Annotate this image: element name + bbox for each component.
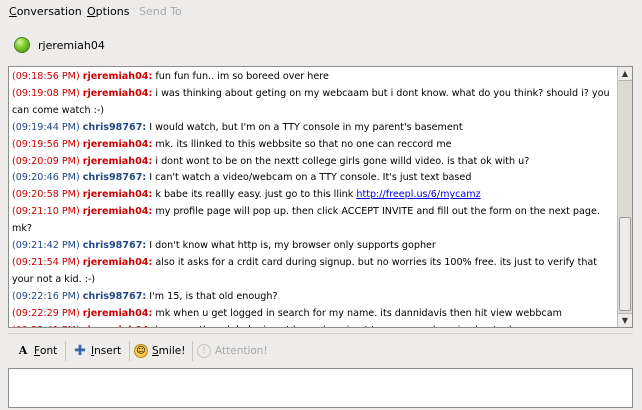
menu-bar: Conversation Options Send To bbox=[0, 0, 642, 22]
message-timestamp: (09:18:56 PM) bbox=[12, 71, 80, 82]
message-sender: chris98767: bbox=[82, 172, 147, 184]
conversation-history[interactable]: (09:18:56 PM) rjeremiah04: fun fun fun..… bbox=[8, 66, 633, 328]
chat-message: (09:21:54 PM) rjeremiah04: also it asks … bbox=[9, 255, 617, 289]
chat-message: (09:19:44 PM) chris98767: I would watch,… bbox=[9, 120, 617, 137]
buddy-header: rjeremiah04 bbox=[0, 30, 642, 60]
message-sender: rjeremiah04: bbox=[82, 307, 153, 319]
message-text: hurry up though babe i cant be on long i… bbox=[155, 325, 531, 327]
buddy-name: rjeremiah04 bbox=[38, 39, 105, 52]
attention-icon: ! bbox=[197, 344, 211, 358]
message-timestamp: (09:22:41 PM) bbox=[12, 325, 80, 327]
available-status-icon bbox=[14, 37, 30, 53]
message-text: i dont wont to be on the nextt college g… bbox=[155, 155, 530, 167]
message-input[interactable] bbox=[8, 368, 633, 408]
message-timestamp: (09:21:54 PM) bbox=[12, 256, 80, 268]
message-sender: rjeremiah04: bbox=[82, 189, 153, 201]
insert-plus-icon: ✚ bbox=[74, 343, 86, 359]
message-sender: rjeremiah04: bbox=[82, 87, 153, 99]
message-sender: rjeremiah04: bbox=[82, 155, 153, 167]
toolbar-separator bbox=[192, 341, 193, 361]
smiley-icon: ☺ bbox=[134, 344, 148, 358]
message-link[interactable]: http://freepl.us/6/mycamz bbox=[356, 189, 480, 200]
message-list: (09:18:56 PM) rjeremiah04: fun fun fun..… bbox=[9, 69, 617, 327]
chat-message: (09:22:16 PM) chris98767: I'm 15, is tha… bbox=[9, 289, 617, 306]
chat-message: (09:20:58 PM) rjeremiah04: k babe its re… bbox=[9, 187, 617, 204]
message-timestamp: (09:21:42 PM) bbox=[12, 240, 80, 252]
chat-message: (09:19:08 PM) rjeremiah04: i was thinkin… bbox=[9, 86, 617, 120]
message-sender: rjeremiah04: bbox=[83, 325, 153, 327]
vertical-scrollbar[interactable]: ▲ ▼ bbox=[617, 67, 632, 327]
message-text: I don't know what http is, my browser on… bbox=[149, 240, 436, 252]
message-timestamp: (09:19:08 PM) bbox=[12, 87, 80, 99]
smile-button[interactable]: ☺ Smile! bbox=[134, 341, 185, 361]
message-text: I'm 15, is that old enough? bbox=[149, 290, 278, 302]
message-timestamp: (09:20:09 PM) bbox=[12, 155, 80, 167]
chat-message: (09:21:10 PM) rjeremiah04: my profile pa… bbox=[9, 204, 617, 238]
chat-message: (09:22:41 PM) rjeremiah04: hurry up thou… bbox=[9, 323, 617, 327]
toolbar-separator bbox=[65, 341, 66, 361]
message-text: mk when u get logged in search for my na… bbox=[155, 307, 562, 319]
toolbar-separator bbox=[129, 341, 130, 361]
scroll-down-arrow-icon[interactable]: ▼ bbox=[618, 313, 632, 327]
pane-divider[interactable] bbox=[8, 333, 633, 334]
message-timestamp: (09:19:44 PM) bbox=[12, 121, 80, 133]
chat-message: (09:19:56 PM) rjeremiah04: mk. its llink… bbox=[9, 137, 617, 154]
font-icon: A bbox=[18, 344, 28, 357]
message-text: mk. its llinked to this webbsite so that… bbox=[155, 138, 452, 150]
insert-button[interactable]: ✚ Insert bbox=[73, 341, 121, 361]
scroll-up-arrow-icon[interactable]: ▲ bbox=[618, 67, 632, 81]
message-timestamp: (09:19:56 PM) bbox=[12, 138, 80, 150]
message-timestamp: (09:21:10 PM) bbox=[12, 206, 80, 218]
chat-message: (09:21:42 PM) chris98767: I don't know w… bbox=[9, 238, 617, 255]
menu-conversation[interactable]: Conversation bbox=[9, 5, 82, 18]
chat-message: (09:20:46 PM) chris98767: I can't watch … bbox=[9, 170, 617, 187]
message-sender: chris98767: bbox=[82, 290, 147, 302]
message-sender: rjeremiah04: bbox=[82, 206, 153, 218]
menu-send-to[interactable]: Send To bbox=[139, 5, 182, 18]
scrollbar-thumb[interactable] bbox=[619, 217, 631, 311]
message-text: I would watch, but I'm on a TTY console … bbox=[149, 121, 463, 133]
message-sender: rjeremiah04: bbox=[82, 256, 153, 268]
message-text: I can't watch a video/webcam on a TTY co… bbox=[149, 172, 472, 184]
chat-message: (09:20:09 PM) rjeremiah04: i dont wont t… bbox=[9, 154, 617, 171]
menu-options[interactable]: Options bbox=[87, 5, 129, 18]
message-sender: chris98767: bbox=[82, 121, 147, 133]
message-timestamp: (09:22:16 PM) bbox=[12, 290, 80, 302]
message-text: k babe its reallly easy. just go to this… bbox=[155, 189, 357, 201]
font-button[interactable]: A Font bbox=[16, 341, 58, 361]
chat-message: (09:22:29 PM) rjeremiah04: mk when u get… bbox=[9, 306, 617, 323]
attention-button[interactable]: ! Attention! bbox=[197, 341, 268, 361]
format-toolbar: A Font ✚ Insert ☺ Smile! ! Attention! bbox=[8, 338, 633, 364]
message-timestamp: (09:20:46 PM) bbox=[12, 172, 80, 184]
message-text: fun fun fun.. im so boreed over here bbox=[155, 71, 329, 82]
message-sender: rjeremiah04: bbox=[82, 71, 153, 82]
message-timestamp: (09:20:58 PM) bbox=[12, 189, 80, 201]
chat-message: (09:18:56 PM) rjeremiah04: fun fun fun..… bbox=[9, 69, 617, 86]
message-sender: chris98767: bbox=[82, 240, 147, 252]
message-sender: rjeremiah04: bbox=[82, 138, 153, 150]
message-timestamp: (09:22:29 PM) bbox=[12, 307, 80, 319]
